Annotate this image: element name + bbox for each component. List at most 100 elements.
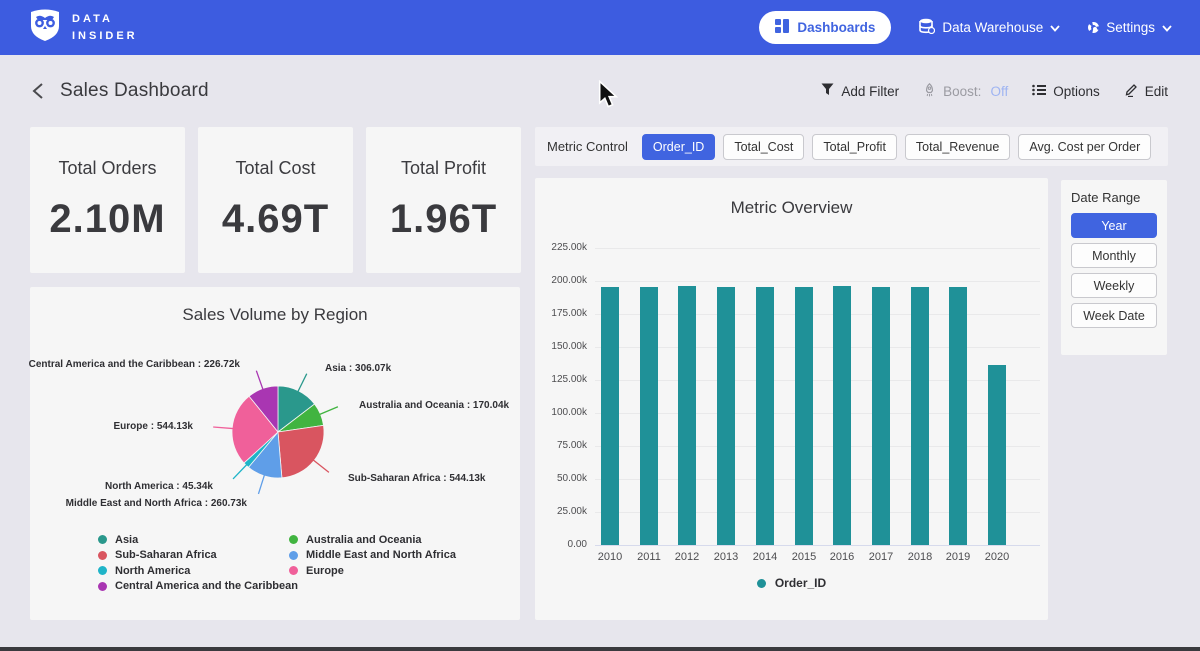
options-button[interactable]: Options <box>1032 84 1100 99</box>
metric-control-strip: Metric Control Order_ID Total_Cost Total… <box>535 127 1168 166</box>
x-axis-tick: 2019 <box>938 551 978 563</box>
chevron-down-icon <box>1050 20 1060 35</box>
add-filter-button[interactable]: Add Filter <box>821 83 899 99</box>
pie-chart-card: Sales Volume by Region Asia : 306.07k Au… <box>30 287 520 620</box>
window-bottom-edge <box>0 647 1200 651</box>
legend-item: Asia <box>98 532 298 548</box>
navbar-menu: Dashboards Data Warehouse <box>759 11 1172 44</box>
metric-chip-total-cost[interactable]: Total_Cost <box>723 134 804 160</box>
pie-label-middle-east: Middle East and North Africa : 260.73k <box>66 498 247 509</box>
kpi-value: 1.96T <box>390 197 497 242</box>
metric-control-label: Metric Control <box>547 139 628 154</box>
kpi-card-total-profit: Total Profit 1.96T <box>366 127 521 273</box>
kpi-label: Total Orders <box>58 158 156 179</box>
bar-2015 <box>795 287 813 545</box>
database-icon <box>919 18 935 37</box>
edit-button[interactable]: Edit <box>1124 83 1168 100</box>
gridline <box>595 446 1040 447</box>
gridline <box>595 413 1040 414</box>
pie-leader-line <box>258 475 264 494</box>
bar-2019 <box>949 287 967 545</box>
pencil-icon <box>1124 83 1138 100</box>
x-axis-tick: 2018 <box>900 551 940 563</box>
brand[interactable]: DATA INSIDER <box>30 8 138 47</box>
y-axis-tick: 100.00k <box>537 407 587 418</box>
pie-leader-line <box>256 371 263 390</box>
bar-2011 <box>640 287 658 545</box>
page-header: Sales Dashboard Add Filter Boost: Off <box>0 70 1200 112</box>
dashboards-label: Dashboards <box>797 20 875 35</box>
pie-label-sub-saharan-africa: Sub-Saharan Africa : 544.13k <box>348 473 485 484</box>
kpi-card-total-cost: Total Cost 4.69T <box>198 127 353 273</box>
y-axis-tick: 225.00k <box>537 242 587 253</box>
gridline <box>595 314 1040 315</box>
legend-dot <box>757 579 766 588</box>
pie-leader-line <box>313 460 329 472</box>
bar-2016 <box>833 286 851 545</box>
x-axis-tick: 2020 <box>977 551 1017 563</box>
gridline <box>595 380 1040 381</box>
pie-leader-line <box>233 464 247 478</box>
x-axis-tick: 2016 <box>822 551 862 563</box>
data-warehouse-menu[interactable]: Data Warehouse <box>919 18 1060 37</box>
kpi-value: 2.10M <box>49 197 165 242</box>
x-axis-tick: 2014 <box>745 551 785 563</box>
y-axis-tick: 175.00k <box>537 308 587 319</box>
header-actions: Add Filter Boost: Off <box>821 83 1168 100</box>
kpi-card-total-orders: Total Orders 2.10M <box>30 127 185 273</box>
pie-label-australia: Australia and Oceania : 170.04k <box>359 400 509 411</box>
kpi-label: Total Cost <box>235 158 315 179</box>
date-range-weekly-button[interactable]: Weekly <box>1071 273 1157 298</box>
data-warehouse-label: Data Warehouse <box>942 20 1043 35</box>
bar-chart-title: Metric Overview <box>535 178 1048 218</box>
rocket-icon <box>923 83 936 100</box>
date-range-panel: Date Range Year Monthly Weekly Week Date <box>1061 180 1167 355</box>
bar-2010 <box>601 287 619 545</box>
gridline <box>595 347 1040 348</box>
kpi-value: 4.69T <box>222 197 329 242</box>
gridline <box>595 479 1040 480</box>
date-range-monthly-button[interactable]: Monthly <box>1071 243 1157 268</box>
bar-2012 <box>678 286 696 545</box>
bar-chart-plot: 0.0025.00k50.00k75.00k100.00k125.00k150.… <box>535 248 1048 545</box>
bar-2013 <box>717 287 735 545</box>
bar-2020 <box>988 365 1006 545</box>
gear-icon <box>1088 22 1099 33</box>
metric-chip-order-id[interactable]: Order_ID <box>642 134 715 160</box>
legend-item: North America <box>98 563 298 579</box>
page-title: Sales Dashboard <box>60 80 209 102</box>
owl-logo-icon <box>30 8 60 47</box>
settings-menu[interactable]: Settings <box>1088 20 1172 35</box>
boost-toggle[interactable]: Boost: Off <box>923 83 1008 100</box>
x-axis-tick: 2010 <box>590 551 630 563</box>
bar-2014 <box>756 287 774 545</box>
kpi-label: Total Profit <box>401 158 486 179</box>
date-range-year-button[interactable]: Year <box>1071 213 1157 238</box>
pie-leader-line <box>319 407 337 415</box>
pie-label-north-america: North America : 45.34k <box>105 481 213 492</box>
metric-chip-total-revenue[interactable]: Total_Revenue <box>905 134 1010 160</box>
metric-chip-total-profit[interactable]: Total_Profit <box>812 134 897 160</box>
bar-chart-card: Metric Overview 0.0025.00k50.00k75.00k10… <box>535 178 1048 620</box>
boost-status: Off <box>990 84 1008 99</box>
dashboards-button[interactable]: Dashboards <box>759 11 891 44</box>
back-button[interactable] <box>32 82 44 100</box>
x-axis-tick: 2013 <box>706 551 746 563</box>
x-axis-tick: 2015 <box>784 551 824 563</box>
pie-leader-line <box>298 374 307 392</box>
legend-dot <box>289 566 298 575</box>
top-navbar: DATA INSIDER Dashboards <box>0 0 1200 55</box>
y-axis-tick: 50.00k <box>537 473 587 484</box>
metric-chip-avg-cost[interactable]: Avg. Cost per Order <box>1018 134 1151 160</box>
x-axis-tick: 2011 <box>629 551 669 563</box>
pie-label-europe: Europe : 544.13k <box>114 421 193 432</box>
x-axis-tick: 2017 <box>861 551 901 563</box>
legend-dot <box>98 566 107 575</box>
legend-dot <box>289 535 298 544</box>
legend-item: Europe <box>289 563 456 579</box>
y-axis-tick: 150.00k <box>537 341 587 352</box>
y-axis-tick: 25.00k <box>537 506 587 517</box>
legend-item: Australia and Oceania <box>289 532 456 548</box>
date-range-week-date-button[interactable]: Week Date <box>1071 303 1157 328</box>
settings-label: Settings <box>1106 20 1155 35</box>
